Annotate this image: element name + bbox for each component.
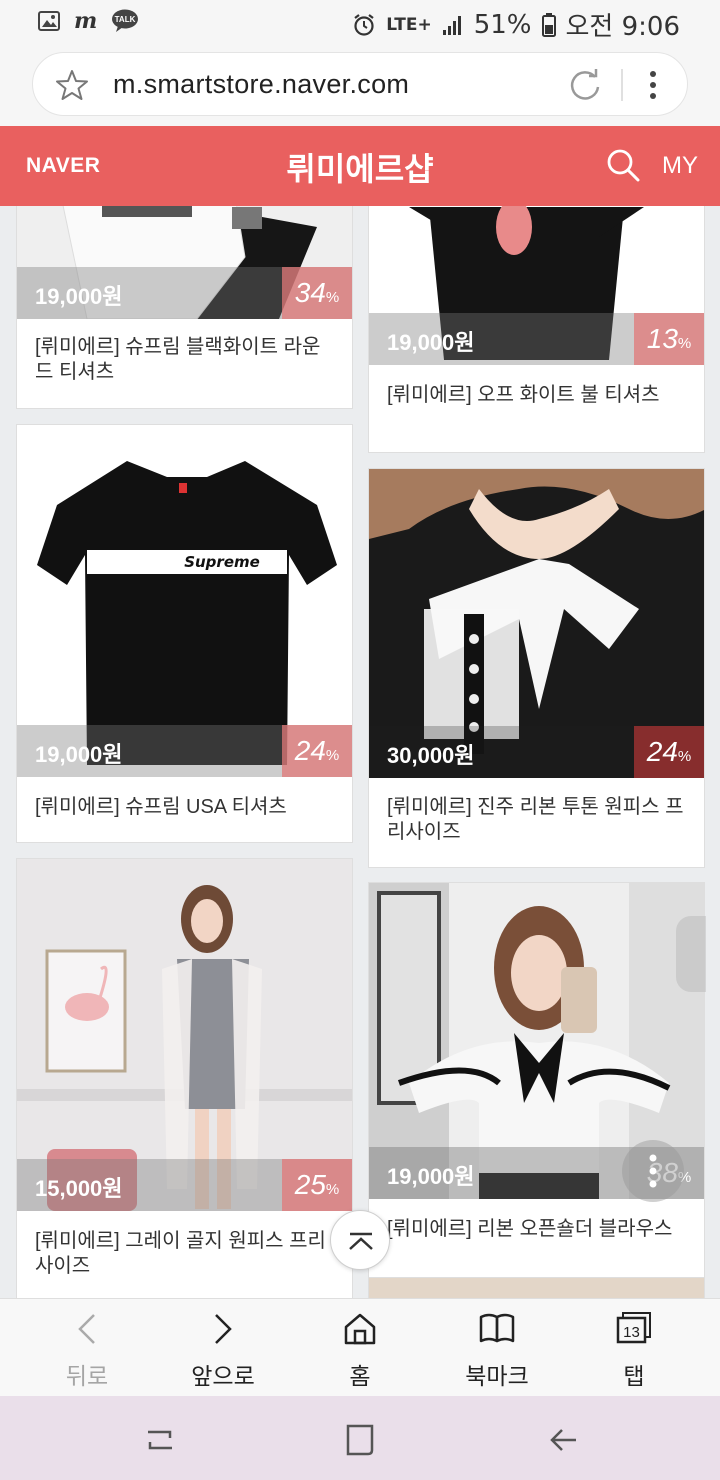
discount-badge: 24% [634,726,704,778]
recent-apps-icon[interactable] [140,1420,180,1460]
status-bar: m TALK LTE+ 51% 오전 9:06 [0,0,720,44]
forward-button[interactable]: 앞으로 [173,1309,273,1391]
product-card[interactable]: Supreme 19,000원 24% [뤼미에르] 슈프림 USA 티셔츠 [16,424,353,843]
more-vertical-icon [649,1154,657,1188]
product-card[interactable]: 30,000원 24% [뤼미에르] 진주 리본 투톤 원피스 프리사이즈 [368,468,705,868]
back-arrow-icon[interactable] [544,1420,584,1460]
browser-toolbar: m.smartstore.naver.com [0,44,720,126]
product-card[interactable]: 19,000원 13% [뤼미에르] 오프 화이트 불 티셔츠 [368,206,705,453]
alarm-icon [354,13,374,36]
price-bar: 30,000원 24% [369,726,704,778]
search-icon[interactable] [606,148,640,182]
tabs-icon: 13 [616,1312,651,1344]
product-title: [뤼미에르] 슈프림 블랙화이트 라운드 티셔츠 [35,336,321,383]
battery-icon [541,12,556,37]
chevron-up-icon [349,1232,373,1250]
floating-more-button[interactable] [622,1140,684,1202]
home-icon [344,1313,376,1345]
shop-header: NAVER 뤼미에르샵 MY [0,126,720,206]
product-title: [뤼미에르] 진주 리본 투톤 원피스 프리사이즈 [387,796,684,843]
system-nav-bar [0,1396,720,1480]
price: 19,000원 [387,330,475,355]
back-button[interactable]: 뒤로 [37,1309,137,1391]
bookmark-star-icon[interactable] [55,68,89,102]
m-icon: m [74,8,98,34]
home-button[interactable]: 홈 [310,1309,410,1391]
product-title: [뤼미에르] 오프 화이트 불 티셔츠 [387,384,660,406]
price: 19,000원 [35,284,123,309]
chevron-left-icon [78,1314,95,1344]
scroll-handle[interactable] [676,916,706,992]
more-vertical-icon[interactable] [643,69,663,101]
signal-icon [442,15,461,35]
tabs-button[interactable]: 13 탭 [584,1309,684,1391]
discount-badge: 24% [282,725,352,777]
divider [621,69,623,101]
price-bar: 19,000원 34% [17,267,352,319]
price: 15,000원 [35,1176,123,1201]
price: 19,000원 [35,742,123,767]
clock: 오전 9:06 [565,12,681,42]
back-label: 뒤로 [65,1363,109,1389]
bookmarks-label: 북마크 [465,1363,529,1389]
product-title: [뤼미에르] 슈프림 USA 티셔츠 [35,796,287,818]
price-bar: 19,000원 24% [17,725,352,777]
price-bar: 19,000원 13% [369,313,704,365]
product-card[interactable]: 19,000원 34% [뤼미에르] 슈프림 블랙화이트 라운드 티셔츠 [16,206,353,409]
talk-icon: TALK [112,9,139,32]
svg-text:TALK: TALK [115,15,136,24]
product-image [369,1278,704,1298]
my-button[interactable]: MY [662,152,698,180]
browser-bottom-nav: 뒤로 앞으로 홈 북마크 13 탭 [0,1298,720,1396]
address-bar[interactable]: m.smartstore.naver.com [32,52,688,116]
bookmarks-button[interactable]: 북마크 [447,1309,547,1391]
product-card[interactable]: 19,000원 38% [뤼미에르] 리본 오픈숄더 블라우스 [368,882,705,1282]
url-text[interactable]: m.smartstore.naver.com [113,69,409,100]
discount-badge: 25% [282,1159,352,1211]
network-label: LTE+ [386,14,432,35]
book-icon [479,1313,515,1343]
product-title: [뤼미에르] 그레이 골지 원피스 프리사이즈 [35,1230,326,1277]
home-label: 홈 [349,1363,371,1389]
home-square-icon[interactable] [340,1420,380,1460]
price: 19,000원 [387,1164,475,1189]
product-card[interactable] [368,1277,705,1298]
price-bar: 15,000원 25% [17,1159,352,1211]
chevron-right-icon [215,1314,232,1344]
svg-text:Supreme: Supreme [184,553,260,571]
reload-icon[interactable] [567,67,603,103]
product-grid: 19,000원 34% [뤼미에르] 슈프림 블랙화이트 라운드 티셔츠 19,… [0,206,720,1298]
discount-badge: 13% [634,313,704,365]
scroll-to-top-button[interactable] [330,1210,390,1270]
product-title: [뤼미에르] 리본 오픈숄더 블라우스 [387,1218,673,1240]
price: 30,000원 [387,743,475,768]
forward-label: 앞으로 [191,1363,255,1389]
battery-percent: 51% [473,9,532,40]
tabs-label: 탭 [623,1363,645,1389]
discount-badge: 34% [282,267,352,319]
screen: m TALK LTE+ 51% 오전 9:06 m.smartstore.nav… [0,0,720,1480]
gallery-icon [38,11,60,31]
product-card[interactable]: 15,000원 25% [뤼미에르] 그레이 골지 원피스 프리사이즈 [16,858,353,1298]
svg-text:13: 13 [623,1324,640,1341]
